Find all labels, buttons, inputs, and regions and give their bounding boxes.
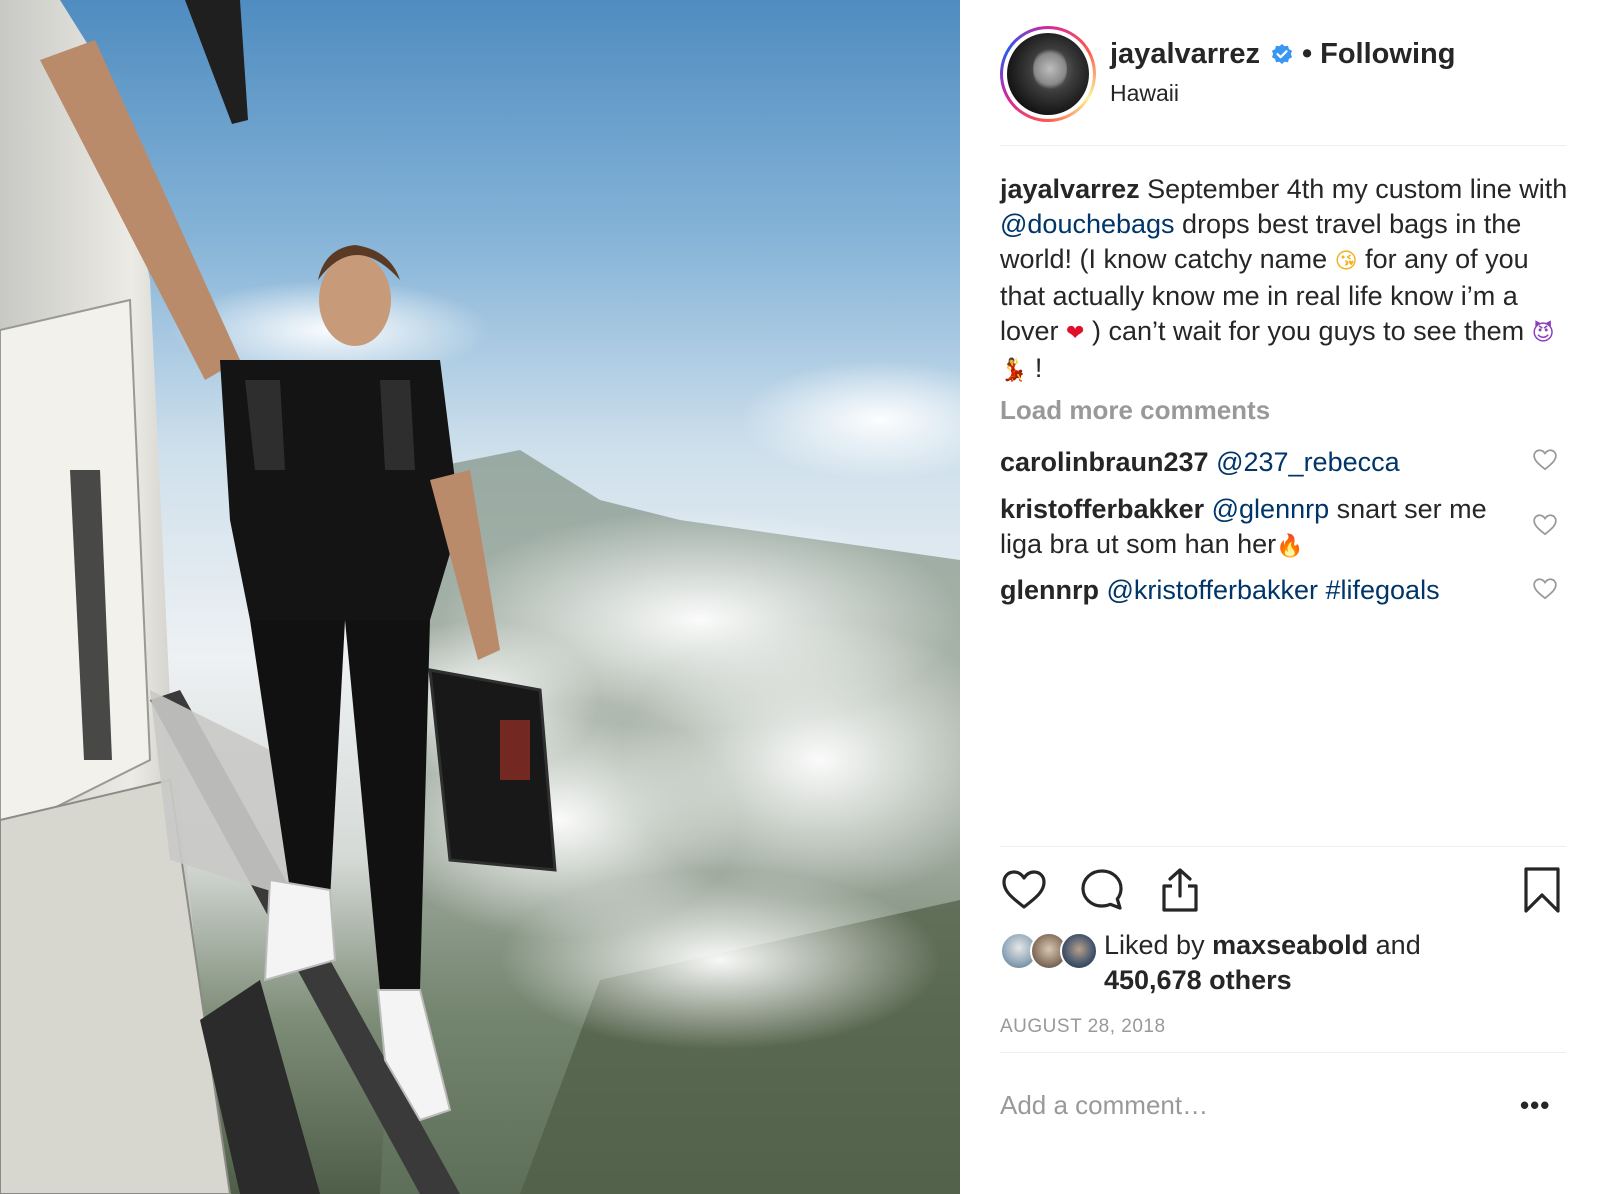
post-photo[interactable]: [0, 0, 960, 1194]
comment-username-link[interactable]: kristofferbakker: [1000, 494, 1204, 524]
comment-box-divider: [1000, 1052, 1566, 1053]
comment-like-heart-icon[interactable]: [1532, 447, 1558, 473]
likes-prefix: Liked by: [1104, 930, 1213, 960]
post-photo-illustration: [0, 0, 960, 1194]
avatar: [1007, 33, 1089, 115]
comment-like-heart-icon[interactable]: [1532, 576, 1558, 602]
comment-item: glennrp @kristofferbakker #lifegoals: [1000, 573, 1540, 608]
action-bar: [1000, 866, 1566, 916]
caption-mention-link[interactable]: @douchebags: [1000, 209, 1175, 239]
caption-author-link[interactable]: jayalvarrez: [1000, 174, 1140, 204]
fire-emoji-icon: 🔥: [1276, 534, 1304, 559]
likes-middle: and: [1368, 930, 1421, 960]
red-heart-emoji-icon: ❤: [1066, 321, 1085, 346]
heart-outline-icon[interactable]: [1000, 866, 1048, 914]
user-line: jayalvarrez • Following: [1110, 38, 1455, 71]
load-more-comments-button[interactable]: Load more comments: [1000, 395, 1270, 426]
share-icon[interactable]: [1156, 866, 1204, 914]
avatar-story-ring[interactable]: [1000, 26, 1096, 122]
comment-mention-link[interactable]: @glennrp: [1212, 494, 1329, 524]
more-options-button[interactable]: •••: [1520, 1090, 1550, 1121]
following-button[interactable]: Following: [1320, 38, 1455, 71]
post-header: jayalvarrez • Following Hawaii: [1000, 26, 1560, 122]
verified-badge-icon: [1271, 43, 1292, 64]
separator-dot: •: [1301, 38, 1313, 70]
comment-like-heart-icon[interactable]: [1532, 512, 1558, 538]
add-comment-input[interactable]: Add a comment…: [1000, 1090, 1208, 1121]
kiss-emoji-icon: 😘: [1334, 249, 1358, 274]
comment-item: kristofferbakker @glennrp snart ser me l…: [1000, 492, 1500, 564]
comment-mention-link[interactable]: @kristofferbakker #lifegoals: [1107, 575, 1440, 605]
liker-avatar[interactable]: [1060, 932, 1098, 970]
likes-count-link[interactable]: 450,678 others: [1104, 965, 1292, 995]
caption-text: September 4th my custom line with: [1139, 174, 1568, 204]
header-divider: [1000, 145, 1566, 146]
dancer-emoji-icon: 💃: [1000, 358, 1028, 383]
post-side-panel: jayalvarrez • Following Hawaii jayalvarr…: [960, 0, 1618, 1194]
location-link[interactable]: Hawaii: [1110, 80, 1179, 107]
comment-username-link[interactable]: glennrp: [1000, 575, 1099, 605]
smiling-devil-emoji-icon: 😈: [1531, 321, 1555, 346]
bookmark-icon[interactable]: [1518, 866, 1566, 914]
post-caption: jayalvarrez September 4th my custom line…: [1000, 172, 1572, 388]
comment-username-link[interactable]: carolinbraun237: [1000, 447, 1209, 477]
likes-summary: Liked by maxseabold and 450,678 others: [1000, 928, 1560, 1000]
caption-text: !: [1027, 353, 1043, 383]
likes-text: Liked by maxseabold and 450,678 others: [1104, 928, 1421, 998]
comment-mention-link[interactable]: @237_rebecca: [1216, 447, 1400, 477]
speech-bubble-icon[interactable]: [1078, 866, 1126, 914]
post-date: AUGUST 28, 2018: [1000, 1016, 1166, 1037]
comment-item: carolinbraun237 @237_rebecca: [1000, 445, 1500, 480]
actions-divider: [1000, 846, 1566, 847]
caption-text: ) can’t wait for you guys to see them: [1084, 316, 1532, 346]
liker-username-link[interactable]: maxseabold: [1212, 930, 1368, 960]
username-link[interactable]: jayalvarrez: [1110, 38, 1260, 71]
